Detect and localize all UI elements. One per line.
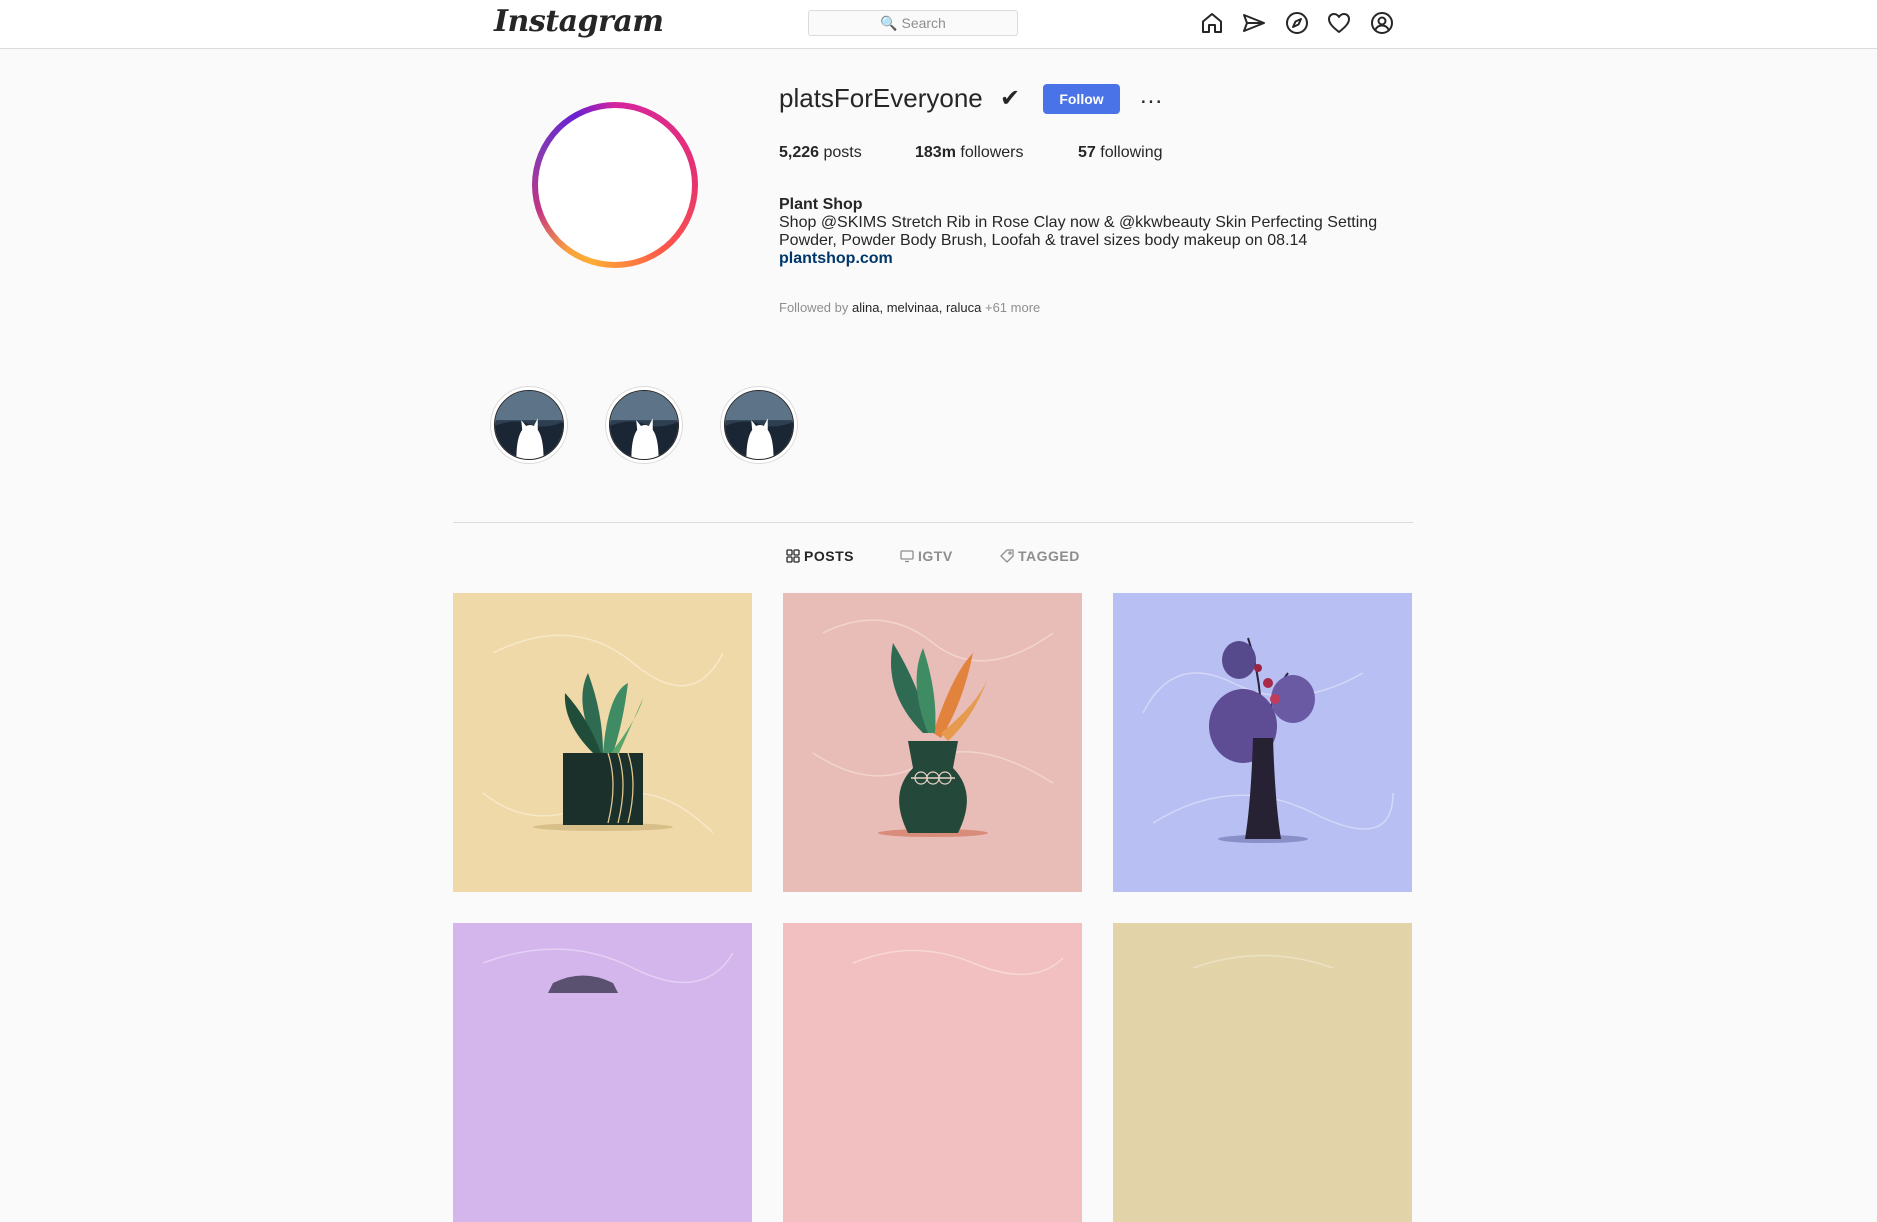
tab-tagged[interactable]: TAGGED bbox=[1000, 548, 1080, 564]
tab-posts[interactable]: POSTS bbox=[786, 548, 854, 564]
plant-illustration bbox=[453, 923, 752, 1222]
followed-by-line[interactable]: Followed by alina, melvinaa, raluca +61 … bbox=[779, 300, 1040, 315]
direct-icon[interactable] bbox=[1242, 11, 1266, 35]
tv-icon bbox=[900, 549, 914, 563]
highlight-thumbnail bbox=[724, 390, 794, 460]
search-input[interactable] bbox=[808, 10, 1018, 36]
story-highlight[interactable] bbox=[720, 386, 798, 464]
posts-count: 5,226 bbox=[779, 144, 820, 161]
followed-by-prefix: Followed by bbox=[779, 300, 849, 315]
following-label: following bbox=[1100, 144, 1163, 161]
followers-count-stat[interactable]: 183m followers bbox=[915, 144, 1024, 162]
followed-by-names: alina, melvinaa, raluca bbox=[852, 300, 982, 315]
highlight-thumbnail bbox=[494, 390, 564, 460]
post-thumbnail[interactable] bbox=[783, 923, 1082, 1222]
top-navigation-bar: Instagram bbox=[0, 0, 1877, 49]
plant-illustration bbox=[453, 593, 752, 892]
avatar bbox=[538, 108, 692, 262]
tag-icon bbox=[1000, 549, 1014, 563]
posts-label: posts bbox=[823, 144, 862, 161]
more-options-button[interactable]: ... bbox=[1140, 84, 1163, 108]
profile-bio: Plant Shop Shop @SKIMS Stretch Rib in Ro… bbox=[779, 196, 1399, 268]
plant-illustration bbox=[1113, 593, 1412, 892]
tab-label: IGTV bbox=[918, 548, 953, 564]
follow-button[interactable]: Follow bbox=[1043, 84, 1120, 114]
grid-icon bbox=[786, 549, 800, 563]
followers-label: followers bbox=[960, 144, 1024, 161]
bio-text: Shop @SKIMS Stretch Rib in Rose Clay now… bbox=[779, 214, 1378, 249]
tab-igtv[interactable]: IGTV bbox=[900, 548, 953, 564]
plant-illustration bbox=[783, 593, 1082, 892]
post-thumbnail[interactable] bbox=[783, 593, 1082, 892]
post-thumbnail[interactable] bbox=[1113, 923, 1412, 1222]
highlight-thumbnail bbox=[609, 390, 679, 460]
following-count-stat[interactable]: 57 following bbox=[1078, 144, 1163, 162]
story-highlight[interactable] bbox=[605, 386, 683, 464]
activity-icon[interactable] bbox=[1327, 11, 1351, 35]
post-thumbnail[interactable] bbox=[453, 593, 752, 892]
plant-illustration bbox=[783, 923, 1082, 1222]
explore-icon[interactable] bbox=[1285, 11, 1309, 35]
followers-count: 183m bbox=[915, 144, 956, 161]
profile-icon[interactable] bbox=[1370, 11, 1394, 35]
profile-avatar-ring[interactable] bbox=[532, 102, 698, 268]
bio-website-link[interactable]: plantshop.com bbox=[779, 250, 1399, 268]
tab-label: POSTS bbox=[804, 548, 854, 564]
instagram-logo[interactable]: Instagram bbox=[494, 4, 664, 39]
story-highlight[interactable] bbox=[490, 386, 568, 464]
tabs-divider bbox=[453, 522, 1413, 523]
posts-count-stat: 5,226 posts bbox=[779, 144, 862, 162]
post-thumbnail[interactable] bbox=[1113, 593, 1412, 892]
tab-label: TAGGED bbox=[1018, 548, 1080, 564]
following-count: 57 bbox=[1078, 144, 1096, 161]
bio-name: Plant Shop bbox=[779, 196, 863, 213]
followed-by-more: +61 more bbox=[984, 300, 1041, 315]
profile-username: platsForEveryone bbox=[779, 83, 983, 113]
verified-badge-icon: ✔ bbox=[1000, 84, 1021, 112]
post-thumbnail[interactable] bbox=[453, 923, 752, 1222]
home-icon[interactable] bbox=[1200, 11, 1224, 35]
plant-illustration bbox=[1113, 923, 1412, 1222]
